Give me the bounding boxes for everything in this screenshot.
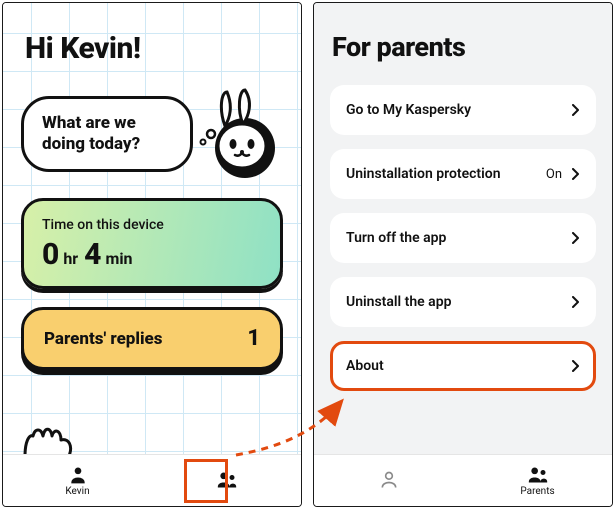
chevron-right-icon [572, 104, 580, 116]
nav-tab-kid[interactable]: Kevin [3, 455, 152, 506]
people-icon [216, 470, 238, 490]
item-status: On [546, 167, 562, 182]
chevron-right-icon [572, 360, 580, 372]
kid-navbar: Kevin [3, 454, 301, 506]
chevron-right-icon [572, 296, 580, 308]
time-card[interactable]: Time on this device 0hr 4min [21, 198, 283, 289]
nav-kid-label: Kevin [65, 486, 89, 497]
hand-icon [21, 426, 75, 454]
item-label: About [346, 358, 384, 374]
speech-bubble: What are we doing today? [21, 96, 193, 173]
parents-screen: For parents Go to My Kaspersky Uninstall… [313, 2, 613, 507]
time-hours: 0 [42, 237, 59, 272]
item-about[interactable]: About [330, 341, 596, 391]
chevron-right-icon [572, 232, 580, 244]
nav-parents-label: Parents [520, 486, 554, 497]
item-my-kaspersky[interactable]: Go to My Kaspersky [330, 85, 596, 135]
item-label: Go to My Kaspersky [346, 102, 471, 118]
item-label: Uninstallation protection [346, 166, 501, 182]
person-icon [67, 465, 89, 485]
kid-screen: Hi Kevin! What are we doing today? [2, 2, 302, 507]
time-value: 0hr 4min [42, 237, 262, 272]
item-uninstall-protection[interactable]: Uninstallation protection On [330, 149, 596, 199]
greeting: Hi Kevin! [25, 31, 283, 66]
nav-tab-parents[interactable]: Parents [463, 455, 612, 506]
nav-tab-kid[interactable] [314, 455, 463, 506]
parents-title: For parents [332, 31, 596, 63]
bunny-icon [197, 88, 275, 180]
chevron-right-icon [572, 168, 580, 180]
time-mins-unit: min [105, 249, 132, 268]
item-turn-off-app[interactable]: Turn off the app [330, 213, 596, 263]
replies-count: 1 [247, 326, 260, 351]
speech-row: What are we doing today? [21, 88, 283, 180]
parents-navbar: Parents [314, 454, 612, 506]
speech-text: What are we doing today? [42, 113, 172, 156]
item-label: Uninstall the app [346, 294, 451, 310]
person-outline-icon [378, 470, 400, 490]
item-uninstall-app[interactable]: Uninstall the app [330, 277, 596, 327]
kid-content: Hi Kevin! What are we doing today? [3, 3, 301, 454]
time-mins: 4 [84, 237, 101, 272]
replies-label: Parents' replies [44, 329, 163, 349]
parents-content: For parents Go to My Kaspersky Uninstall… [314, 3, 612, 454]
replies-card[interactable]: Parents' replies 1 [21, 307, 283, 370]
nav-tab-parents[interactable] [152, 455, 301, 506]
time-label: Time on this device [42, 217, 262, 233]
people-icon [527, 465, 549, 485]
time-hours-unit: hr [63, 249, 78, 268]
item-label: Turn off the app [346, 230, 446, 246]
